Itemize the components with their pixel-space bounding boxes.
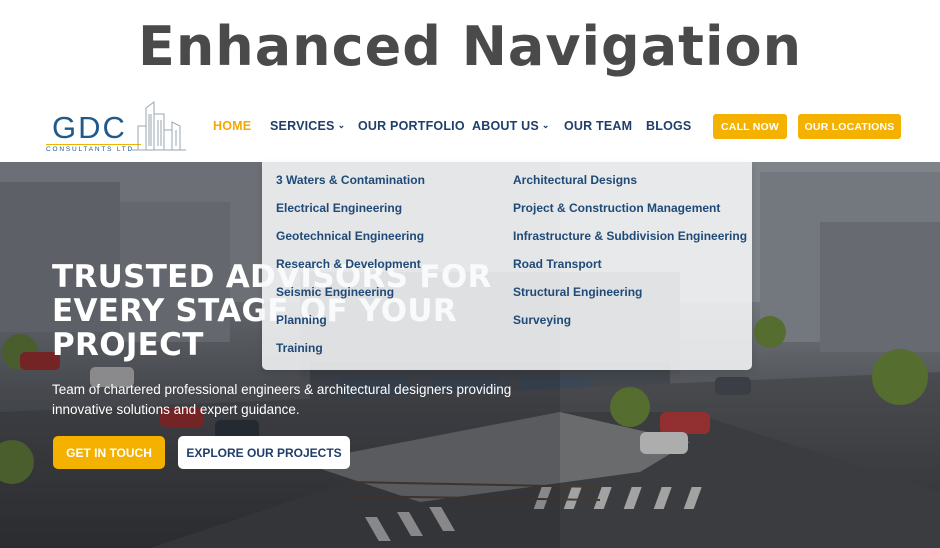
nav-about[interactable]: ABOUT US ⌄ bbox=[472, 119, 550, 133]
menu-item-seismic[interactable]: Seismic Engineering bbox=[276, 282, 425, 310]
services-dropdown-menu: 3 Waters & Contamination Electrical Engi… bbox=[262, 162, 752, 370]
logo-text: GDC bbox=[52, 110, 127, 145]
menu-item-research[interactable]: Research & Development bbox=[276, 254, 425, 282]
nav-blogs[interactable]: BLOGS bbox=[646, 119, 691, 133]
explore-projects-button[interactable]: EXPLORE OUR PROJECTS bbox=[178, 436, 350, 469]
company-logo[interactable]: GDC CONSULTANTS LTD bbox=[44, 100, 189, 154]
menu-item-infrastructure[interactable]: Infrastructure & Subdivision Engineering bbox=[513, 226, 747, 254]
menu-item-architectural[interactable]: Architectural Designs bbox=[513, 170, 747, 198]
our-locations-button[interactable]: OUR LOCATIONS bbox=[798, 114, 901, 139]
menu-item-training[interactable]: Training bbox=[276, 338, 425, 366]
menu-item-planning[interactable]: Planning bbox=[276, 310, 425, 338]
menu-item-surveying[interactable]: Surveying bbox=[513, 310, 747, 338]
building-outline-icon bbox=[132, 101, 186, 151]
services-menu-right-column: Architectural Designs Project & Construc… bbox=[513, 170, 747, 338]
chevron-down-icon: ⌄ bbox=[337, 119, 346, 130]
nav-home[interactable]: HOME bbox=[213, 119, 251, 133]
menu-item-road-transport[interactable]: Road Transport bbox=[513, 254, 747, 282]
get-in-touch-button[interactable]: GET IN TOUCH bbox=[53, 436, 165, 469]
nav-team[interactable]: OUR TEAM bbox=[564, 119, 632, 133]
menu-item-electrical[interactable]: Electrical Engineering bbox=[276, 198, 425, 226]
nav-services[interactable]: SERVICES ⌄ bbox=[270, 119, 345, 133]
menu-item-structural[interactable]: Structural Engineering bbox=[513, 282, 747, 310]
logo-subtext: CONSULTANTS LTD bbox=[46, 144, 141, 153]
menu-item-project-management[interactable]: Project & Construction Management bbox=[513, 198, 747, 226]
services-menu-left-column: 3 Waters & Contamination Electrical Engi… bbox=[276, 170, 425, 366]
nav-portfolio[interactable]: OUR PORTFOLIO bbox=[358, 119, 465, 133]
page-title: Enhanced Navigation bbox=[137, 14, 803, 78]
chevron-down-icon: ⌄ bbox=[541, 119, 550, 130]
call-now-button[interactable]: CALL NOW bbox=[713, 114, 787, 139]
menu-item-geotechnical[interactable]: Geotechnical Engineering bbox=[276, 226, 425, 254]
site-header: GDC CONSULTANTS LTD HOME SERVICES ⌄ OUR … bbox=[0, 92, 940, 162]
hero-subtitle: Team of chartered professional engineers… bbox=[52, 382, 512, 417]
menu-item-3-waters[interactable]: 3 Waters & Contamination bbox=[276, 170, 425, 198]
